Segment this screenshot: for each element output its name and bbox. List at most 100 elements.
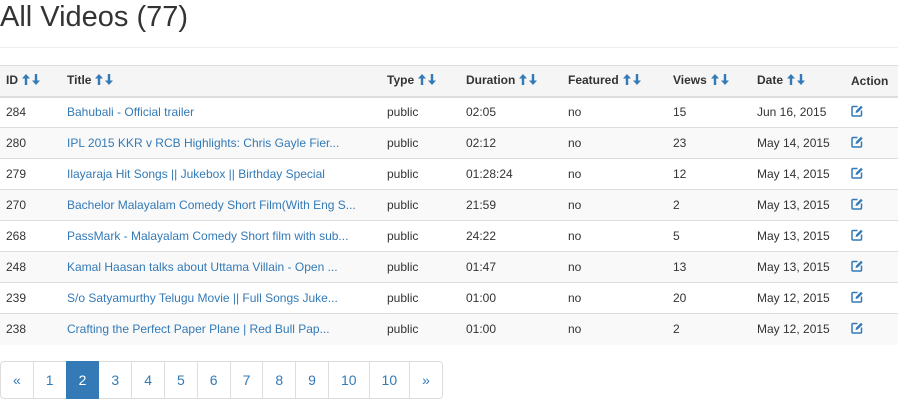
- cell-id: 284: [0, 96, 61, 128]
- cell-title: Ilayaraja Hit Songs || Jukebox || Birthd…: [61, 158, 381, 190]
- sort-controls-title: [95, 74, 115, 88]
- cell-date: May 14, 2015: [751, 158, 845, 190]
- column-header-duration[interactable]: Duration: [460, 65, 562, 98]
- pagination-page-9[interactable]: 9: [295, 361, 329, 399]
- cell-title: IPL 2015 KKR v RCB Highlights: Chris Gay…: [61, 127, 381, 159]
- cell-type: public: [381, 127, 460, 159]
- cell-id: 280: [0, 127, 61, 159]
- cell-views: 20: [667, 282, 751, 314]
- column-header-id[interactable]: ID: [0, 65, 61, 98]
- table-row: 284 Bahubali - Official trailer public 02:0…: [0, 96, 898, 128]
- cell-type: public: [381, 158, 460, 190]
- video-title-link[interactable]: S/o Satyamurthy Telugu Movie || Full Son…: [67, 291, 338, 305]
- arrow-down-icon[interactable]: [632, 74, 641, 86]
- cell-date: May 13, 2015: [751, 251, 845, 283]
- pagination-page-6[interactable]: 6: [196, 361, 231, 399]
- arrow-up-icon[interactable]: [22, 74, 30, 86]
- arrow-up-icon[interactable]: [622, 74, 631, 86]
- edit-icon[interactable]: [851, 167, 863, 182]
- cell-title: Bahubali - Official trailer: [61, 96, 381, 128]
- arrow-up-icon[interactable]: [519, 74, 528, 86]
- videos-page: All Videos (77) ID Title Type Duration Featu…: [0, 0, 900, 400]
- table-header-row: ID Title Type Duration Featured Views Date Acti…: [0, 65, 898, 98]
- pagination-next-button[interactable]: »: [409, 361, 443, 399]
- pagination-page-7[interactable]: 7: [229, 361, 264, 399]
- pagination-page-3[interactable]: 3: [98, 361, 133, 399]
- edit-icon[interactable]: [851, 136, 863, 151]
- cell-title: Bachelor Malayalam Comedy Short Film(Wit…: [61, 189, 381, 221]
- column-label-title: Title: [67, 73, 92, 88]
- column-header-views[interactable]: Views: [667, 65, 751, 98]
- cell-duration: 01:47: [460, 251, 562, 283]
- cell-title: S/o Satyamurthy Telugu Movie || Full Son…: [61, 282, 381, 314]
- edit-icon[interactable]: [851, 105, 863, 120]
- arrow-down-icon[interactable]: [32, 74, 40, 86]
- cell-action: [845, 251, 898, 283]
- sort-controls-id: [22, 74, 42, 88]
- table-row: 248 Kamal Haasan talks about Uttama Villa…: [0, 251, 898, 283]
- cell-views: 2: [667, 313, 751, 345]
- arrow-down-icon[interactable]: [428, 74, 437, 86]
- cell-id: 279: [0, 158, 61, 190]
- cell-type: public: [381, 282, 460, 314]
- edit-icon[interactable]: [851, 198, 863, 213]
- column-label-views: Views: [673, 73, 707, 88]
- cell-featured: no: [562, 282, 667, 314]
- column-label-featured: Featured: [568, 73, 619, 88]
- arrow-down-icon[interactable]: [529, 74, 538, 86]
- edit-icon[interactable]: [851, 322, 863, 337]
- page-title: All Videos (77): [0, 1, 189, 33]
- pagination-page-8[interactable]: 8: [262, 361, 297, 399]
- pagination-page-10[interactable]: 10: [327, 361, 370, 399]
- pagination-page-5[interactable]: 5: [163, 361, 198, 399]
- cell-duration: 02:05: [460, 96, 562, 128]
- video-title-link[interactable]: Bachelor Malayalam Comedy Short Film(Wit…: [67, 198, 356, 212]
- cell-type: public: [381, 96, 460, 128]
- cell-action: [845, 189, 898, 221]
- cell-action: [845, 127, 898, 159]
- video-title-link[interactable]: Kamal Haasan talks about Uttama Villain …: [67, 260, 338, 274]
- sort-controls-duration: [519, 74, 539, 88]
- cell-duration: 24:22: [460, 220, 562, 252]
- arrow-down-icon[interactable]: [720, 74, 729, 86]
- pagination-page-4[interactable]: 4: [131, 361, 165, 399]
- video-title-link[interactable]: Crafting the Perfect Paper Plane | Red B…: [67, 322, 330, 336]
- column-header-title[interactable]: Title: [61, 65, 381, 98]
- pagination-page-2[interactable]: 2: [65, 361, 100, 399]
- column-header-featured[interactable]: Featured: [562, 65, 667, 98]
- pagination-page-1[interactable]: 1: [32, 361, 67, 399]
- video-title-link[interactable]: Ilayaraja Hit Songs || Jukebox || Birthd…: [67, 167, 325, 181]
- pagination-previous-button[interactable]: «: [0, 361, 34, 399]
- cell-duration: 02:12: [460, 127, 562, 159]
- cell-type: public: [381, 189, 460, 221]
- cell-date: May 12, 2015: [751, 313, 845, 345]
- cell-type: public: [381, 313, 460, 345]
- sort-controls-featured: [622, 74, 643, 88]
- column-header-date[interactable]: Date: [751, 65, 845, 98]
- column-label-duration: Duration: [466, 73, 516, 88]
- cell-date: May 12, 2015: [751, 282, 845, 314]
- video-title-link[interactable]: Bahubali - Official trailer: [67, 105, 194, 119]
- column-header-action: Action: [845, 65, 898, 98]
- arrow-up-icon[interactable]: [710, 74, 719, 86]
- pagination-page-10[interactable]: 10: [368, 361, 411, 399]
- video-title-link[interactable]: IPL 2015 KKR v RCB Highlights: Chris Gay…: [67, 136, 339, 150]
- edit-icon[interactable]: [851, 229, 863, 244]
- table-row: 279 Ilayaraja Hit Songs || Jukebox || Bir…: [0, 158, 898, 190]
- cell-action: [845, 220, 898, 252]
- arrow-down-icon[interactable]: [797, 74, 806, 86]
- arrow-up-icon[interactable]: [787, 74, 796, 86]
- arrow-up-icon[interactable]: [95, 74, 104, 86]
- cell-views: 15: [667, 96, 751, 128]
- arrow-down-icon[interactable]: [105, 74, 114, 86]
- cell-id: 238: [0, 313, 61, 345]
- edit-icon[interactable]: [851, 260, 863, 275]
- video-title-link[interactable]: PassMark - Malayalam Comedy Short film w…: [67, 229, 348, 243]
- pagination: «1 2 3 4 5 6 7 8 9 10 10»: [0, 361, 443, 399]
- column-header-type[interactable]: Type: [381, 65, 460, 98]
- cell-action: [845, 282, 898, 314]
- cell-duration: 01:00: [460, 313, 562, 345]
- cell-featured: no: [562, 96, 667, 128]
- arrow-up-icon[interactable]: [418, 74, 427, 86]
- edit-icon[interactable]: [851, 291, 863, 306]
